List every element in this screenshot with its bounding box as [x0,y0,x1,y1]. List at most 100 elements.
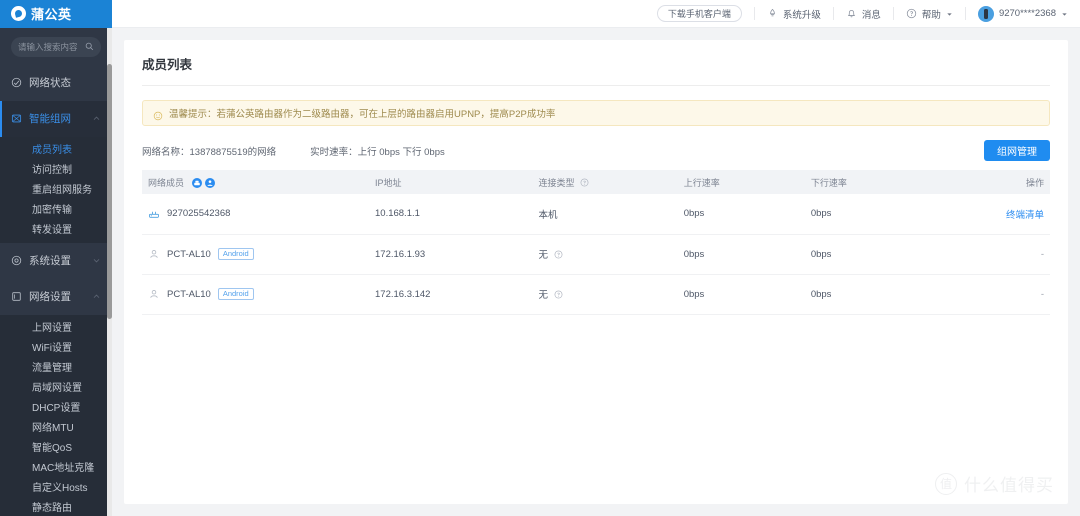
table-row: 927025542368 10.168.1.1 本机 0bps 0bps 终端清… [142,194,1050,235]
sidebar-item-system-settings[interactable]: 系统设置 [0,243,112,279]
download-app-button[interactable]: 下载手机客户端 [656,5,742,22]
notice-text: 温馨提示：若蒲公英路由器作为二级路由器，可在上层的路由器启用UPNP，提高P2P… [169,109,556,120]
column-label: 网络成员 [148,177,185,188]
divider [892,7,894,20]
sidebar-item-smart-network[interactable]: 智能组网 [0,100,112,137]
question-circle-icon[interactable] [554,290,563,299]
sidebar-subitem-traffic-management[interactable]: 流量管理 [0,357,112,377]
terminal-list-link[interactable]: 终端清单 [1006,210,1044,221]
cell-ip: 172.16.3.142 [369,274,533,315]
sidebar-subitem-label: WiFi设置 [32,343,72,355]
sidebar: 蒲公英 网络状态 智能组网 [0,0,112,516]
topbar-item-messages[interactable]: 消息 [846,7,881,21]
system-settings-icon [11,255,22,266]
sidebar-subitem-smart-qos[interactable]: 智能QoS [0,437,112,457]
realtime-speed-label: 实时速率：上行 0bps 下行 0bps [310,146,445,158]
table-row: PCT-AL10 Android 172.16.1.93 无 0bps 0bps… [142,234,1050,275]
brand-logo[interactable]: 蒲公英 [0,0,112,28]
sidebar-subitem-label: 智能QoS [32,443,73,455]
brand-name: 蒲公英 [31,7,72,23]
cell-download: 0bps [804,274,932,315]
page-title: 成员列表 [142,40,1050,86]
submenu-network-settings: 上网设置 WiFi设置 流量管理 局域网设置 DHCP设置 网络MTU 智能Qo… [0,314,112,516]
top-bar: 下载手机客户端 系统升级 消息 帮助 9270****2368 [112,0,1080,28]
sidebar-subitem-label: 流量管理 [32,363,72,375]
member-name: PCT-AL10 [167,248,211,260]
sidebar-scrollbar-track[interactable] [107,28,112,516]
question-circle-icon[interactable] [580,178,589,187]
sidebar-item-network-settings[interactable]: 网络设置 [0,279,112,315]
sidebar-subitem-wifi-settings[interactable]: WiFi设置 [0,337,112,357]
topbar-account[interactable]: 9270****2368 [977,5,1068,22]
cell-member: 927025542368 [142,194,369,235]
search-box[interactable] [11,36,101,57]
sidebar-subitem-label: 局域网设置 [32,383,82,395]
member-type-badges [191,177,215,188]
search-input[interactable] [18,41,80,52]
person-icon [148,288,160,300]
sidebar-item-network-status[interactable]: 网络状态 [0,65,112,101]
device-badge-icon[interactable] [191,177,202,188]
column-label: 连接类型 [538,177,575,188]
network-name-label: 网络名称：13878875519的网络 [142,146,277,158]
column-header-type: 连接类型 [532,170,677,194]
sidebar-subitem-access-control[interactable]: 访问控制 [0,159,112,179]
member-name: PCT-AL10 [167,288,211,300]
cell-member: PCT-AL10 Android [142,234,369,275]
sidebar-subitem-network-mtu[interactable]: 网络MTU [0,417,112,437]
sidebar-subitem-forward-settings[interactable]: 转发设置 [0,219,112,239]
manage-network-button[interactable]: 组网管理 [984,140,1050,161]
divider [964,7,966,20]
cell-upload: 0bps [677,194,805,235]
sidebar-subitem-label: 转发设置 [32,225,72,237]
sidebar-subitem-dhcp-settings[interactable]: DHCP设置 [0,397,112,417]
system-upgrade-icon [767,8,778,19]
cell-ip: 172.16.1.93 [369,234,533,275]
chevron-down-icon [946,10,953,17]
os-tag: Android [217,247,254,261]
cell-action: 终端清单 [931,194,1050,235]
sidebar-subitem-label: MAC地址克隆 [32,463,95,475]
sidebar-subitem-lan-settings[interactable]: 局域网设置 [0,377,112,397]
chevron-up-icon [92,114,101,123]
column-header-upload: 上行速率 [683,177,720,188]
cell-download: 0bps [804,234,932,275]
divider [753,7,755,20]
topbar-item-help[interactable]: 帮助 [906,7,953,21]
sidebar-subitem-static-route[interactable]: 静态路由 [0,497,112,516]
sidebar-subitem-encrypted-transfer[interactable]: 加密传输 [0,199,112,219]
person-badge-icon[interactable] [204,177,215,188]
notice-banner: 温馨提示：若蒲公英路由器作为二级路由器，可在上层的路由器启用UPNP，提高P2P… [142,100,1050,126]
sidebar-scrollbar-thumb[interactable] [107,64,112,319]
members-table-head: 网络成员 IP地址 连接类型 上行速率 下行速率 操作 [142,170,1050,194]
network-settings-icon [11,291,22,302]
cell-type: 无 [532,234,678,275]
sidebar-menu: 网络状态 智能组网 成员列表 访问控制 重启组网服务 加密传输 转发设置 系统设… [0,65,112,516]
sidebar-subitem-internet-settings[interactable]: 上网设置 [0,317,112,337]
sidebar-subitem-custom-hosts[interactable]: 自定义Hosts [0,477,112,497]
question-circle-icon[interactable] [554,250,563,259]
sidebar-subitem-restart-service[interactable]: 重启组网服务 [0,179,112,199]
column-header-ip: IP地址 [375,177,402,188]
watermark: 值 什么值得买 [935,471,1054,496]
topbar-item-system-upgrade[interactable]: 系统升级 [767,7,821,21]
table-row: PCT-AL10 Android 172.16.3.142 无 0bps 0bp… [142,274,1050,315]
search-icon [85,42,94,51]
members-table-body: 927025542368 10.168.1.1 本机 0bps 0bps 终端清… [142,194,1050,315]
sidebar-subitem-label: 重启组网服务 [32,185,92,197]
sidebar-item-label: 系统设置 [29,255,71,268]
cell-action: - [931,234,1050,275]
sidebar-item-label: 网络设置 [29,291,71,304]
download-app-label: 下载手机客户端 [667,9,731,19]
router-icon [148,208,160,220]
bell-icon [846,8,857,19]
sidebar-subitem-member-list[interactable]: 成员列表 [0,139,112,159]
members-table: 网络成员 IP地址 连接类型 上行速率 下行速率 操作 927025542368… [142,170,1050,315]
member-name: 927025542368 [167,208,231,220]
person-icon [148,248,160,260]
question-circle-icon [906,8,917,19]
sidebar-subitem-label: 加密传输 [32,205,72,217]
sidebar-subitem-mac-clone[interactable]: MAC地址克隆 [0,457,112,477]
sidebar-subitem-label: 访问控制 [32,165,72,177]
cell-action: - [931,274,1050,315]
